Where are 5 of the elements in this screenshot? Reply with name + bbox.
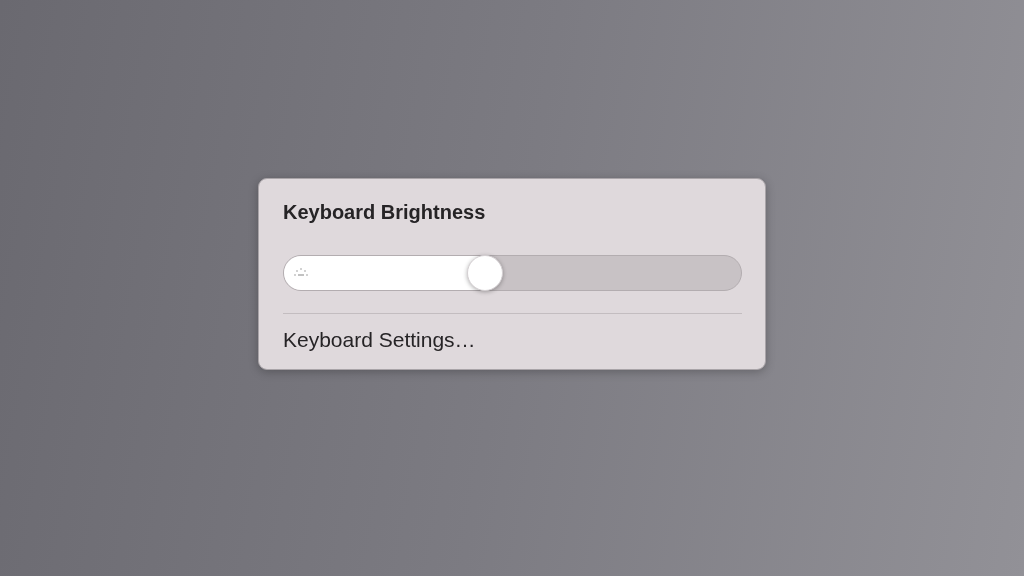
dim-brightness-icon xyxy=(293,267,309,279)
panel-title: Keyboard Brightness xyxy=(283,201,487,225)
menu-item[interactable]: Keyboard Settings… xyxy=(283,328,476,352)
slider-thumb[interactable] xyxy=(467,255,504,291)
brightness-slider[interactable] xyxy=(283,255,742,291)
